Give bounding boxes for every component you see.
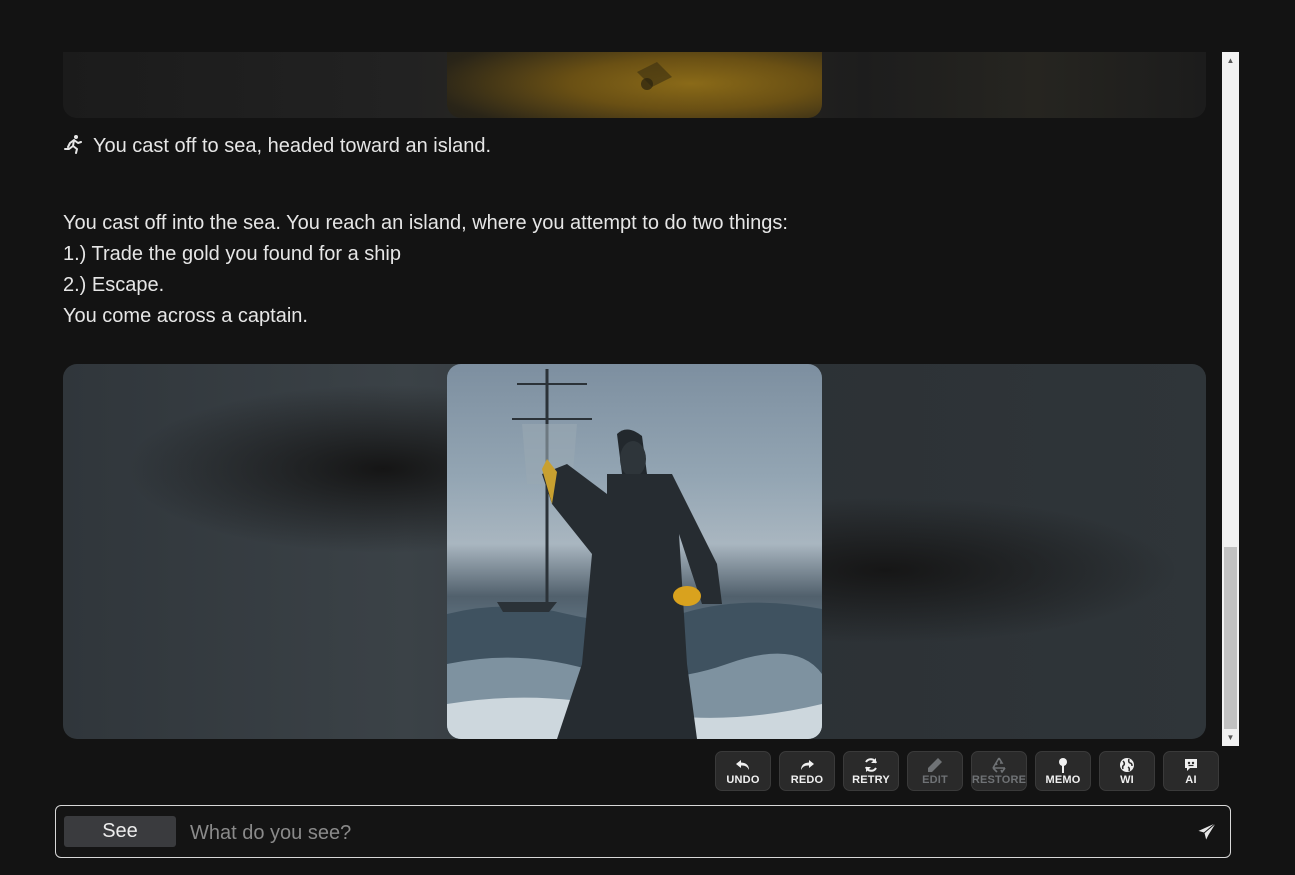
ai-button[interactable]: AI bbox=[1163, 751, 1219, 791]
scroll-up-arrow-icon[interactable]: ▲ bbox=[1222, 52, 1239, 69]
edit-label: EDIT bbox=[922, 773, 948, 786]
send-button[interactable] bbox=[1194, 819, 1220, 845]
restore-label: RESTORE bbox=[971, 773, 1027, 786]
story-image-previous bbox=[63, 52, 1206, 118]
command-input-bar: See bbox=[55, 805, 1231, 858]
retry-button[interactable]: RETRY bbox=[843, 751, 899, 791]
memo-button[interactable]: MEMO bbox=[1035, 751, 1091, 791]
story-scrollbar[interactable]: ▲ ▼ bbox=[1222, 52, 1239, 746]
undo-icon bbox=[736, 759, 749, 770]
pin-icon bbox=[1059, 757, 1067, 773]
robot-chat-icon bbox=[1185, 758, 1197, 771]
paragraph-line: 2.) Escape. bbox=[63, 274, 165, 296]
world-info-label: WI bbox=[1120, 773, 1134, 786]
pencil-icon bbox=[928, 757, 942, 772]
redo-icon bbox=[801, 759, 814, 770]
paragraph-line: You cast off into the sea. You reach an … bbox=[63, 212, 788, 234]
retry-icon bbox=[865, 757, 877, 772]
undo-label: UNDO bbox=[726, 773, 760, 786]
scroll-down-arrow-icon[interactable]: ▼ bbox=[1222, 729, 1239, 746]
undo-button[interactable]: UNDO bbox=[715, 751, 771, 791]
paper-plane-icon bbox=[1196, 821, 1218, 843]
input-mode-button[interactable]: See bbox=[64, 816, 176, 847]
ai-label: AI bbox=[1185, 773, 1197, 786]
story-illustration-gold bbox=[447, 52, 822, 118]
scrollbar-thumb[interactable] bbox=[1224, 547, 1237, 729]
retry-label: RETRY bbox=[852, 773, 890, 786]
paragraph-line: You come across a captain. bbox=[63, 305, 308, 327]
world-info-button[interactable]: WI bbox=[1099, 751, 1155, 791]
running-person-icon bbox=[63, 133, 85, 164]
action-line: You cast off to sea, headed toward an is… bbox=[63, 131, 1206, 164]
story-scroll-area[interactable]: You cast off to sea, headed toward an is… bbox=[63, 52, 1206, 746]
story-illustration-captain bbox=[447, 364, 822, 739]
story-image-captain bbox=[63, 364, 1206, 739]
action-text: You cast off to sea, headed toward an is… bbox=[93, 135, 492, 157]
restore-button[interactable]: RESTORE bbox=[971, 751, 1027, 791]
command-input[interactable] bbox=[188, 817, 1182, 849]
globe-icon bbox=[1120, 757, 1134, 772]
story-paragraph: You cast off into the sea. You reach an … bbox=[63, 208, 1206, 332]
recycle-icon bbox=[992, 757, 1006, 773]
app-root: You cast off to sea, headed toward an is… bbox=[0, 0, 1295, 875]
paragraph-line: 1.) Trade the gold you found for a ship bbox=[63, 243, 401, 265]
edit-button[interactable]: EDIT bbox=[907, 751, 963, 791]
redo-button[interactable]: REDO bbox=[779, 751, 835, 791]
redo-label: REDO bbox=[790, 773, 824, 786]
memo-label: MEMO bbox=[1045, 773, 1081, 786]
